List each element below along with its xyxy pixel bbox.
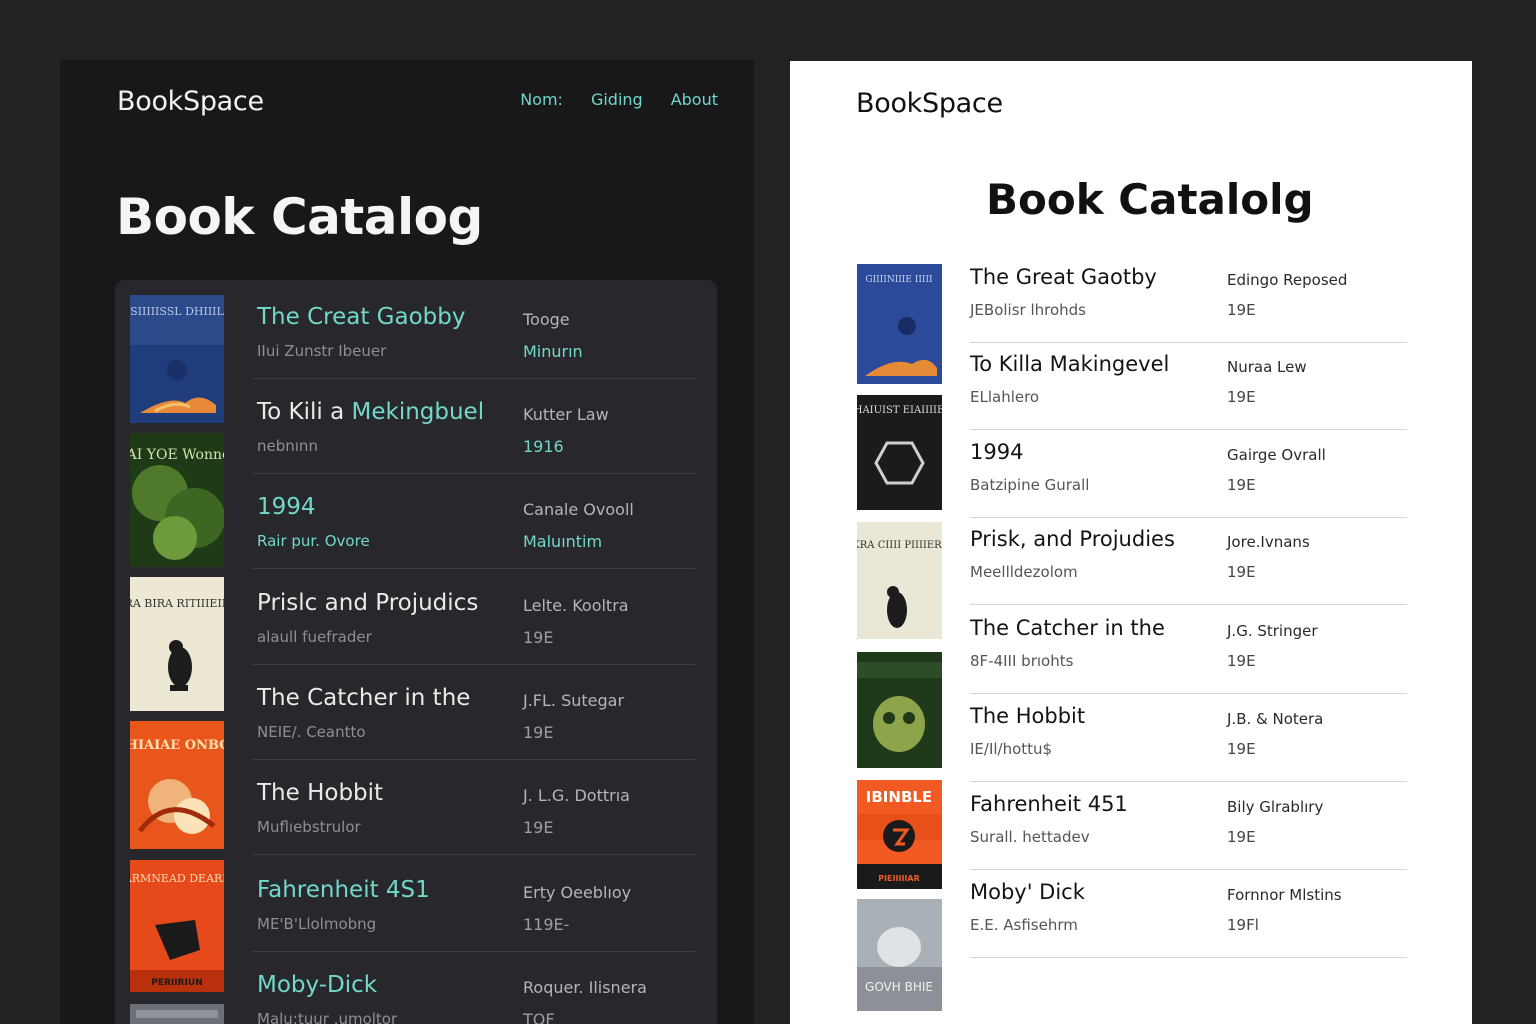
book-year: 19E (1227, 828, 1256, 846)
book-subtitle: ME'B'Llolmobng (257, 915, 377, 933)
book-year: 1916 (523, 437, 564, 456)
nav-item-giding[interactable]: Giding (591, 90, 643, 109)
book-subtitle: Batzipine Gurall (970, 476, 1090, 494)
book-author: J.B. & Notera (1227, 710, 1324, 728)
list-item[interactable]: Moby' Dick E.E. Asfisehrm Fornnor Mlstin… (790, 870, 1472, 958)
light-theme-panel: BookSpace Book Catalolg GIIIINIIIE IIIII… (790, 61, 1472, 1024)
book-subtitle: JEBolisr lhrohds (970, 301, 1086, 319)
list-item[interactable]: The Great Gaotby JEBolisr lhrohds Edingo… (790, 255, 1472, 343)
list-item[interactable]: 1994 Rair pur. Ovore Canale Ovooll Maluı… (115, 474, 717, 569)
row-divider (970, 604, 1407, 605)
row-divider (253, 568, 695, 569)
list-item[interactable]: The Hobbit Muflıebstrulor J. L.G. Dottrı… (115, 760, 717, 855)
book-author: Fornnor Mlstins (1227, 886, 1342, 904)
book-author: J.G. Stringer (1227, 622, 1318, 640)
nav-item-home[interactable]: Nom: (520, 90, 563, 109)
list-item[interactable]: The Catcher in the NEIE/. Ceantto J.FL. … (115, 665, 717, 760)
list-item[interactable]: To Kili a Mekingbuel nebnınn Kutter Law … (115, 379, 717, 474)
list-item[interactable]: Prislc and Projudics alaull fuefrader Le… (115, 570, 717, 665)
book-author: Erty Oeeblıoy (523, 883, 632, 902)
book-author: Kutter Law (523, 405, 609, 424)
list-item[interactable]: The Hobbit IE/Il/hottu$ J.B. & Notera 19… (790, 694, 1472, 782)
book-year: 19E (1227, 740, 1256, 758)
book-title[interactable]: The Great Gaotby (970, 265, 1157, 289)
book-title[interactable]: 1994 (257, 494, 316, 520)
book-year: 119E- (523, 915, 570, 934)
book-author: Canale Ovooll (523, 500, 634, 519)
row-divider (253, 854, 695, 855)
book-title[interactable]: The Catcher in the (257, 685, 470, 711)
book-subtitle: NEIE/. Ceantto (257, 723, 366, 741)
nav-item-about[interactable]: About (671, 90, 718, 109)
book-subtitle: Muflıebstrulor (257, 818, 361, 836)
book-year: 19E (1227, 476, 1256, 494)
main-nav: Nom: Giding About (520, 90, 718, 109)
book-author: J. L.G. Dottrıa (523, 786, 630, 805)
book-year: Minurın (523, 342, 583, 361)
cover-label: GOVH BHIE (865, 980, 933, 994)
site-logo[interactable]: BookSpace (856, 88, 1003, 119)
book-subtitle: alaull fuefrader (257, 628, 372, 646)
book-list: SIIIIISSL DHIIIL DrAI YOE Wonnere RKRA B… (115, 280, 717, 1024)
list-item[interactable]: The Catcher in the 8F-4III brıohts J.G. … (790, 606, 1472, 694)
book-title[interactable]: Prisk, and Projudies (970, 527, 1175, 551)
book-author: Roquer. Ilisnera (523, 978, 647, 997)
book-title[interactable]: 1994 (970, 440, 1023, 464)
book-title[interactable]: The Hobbit (257, 780, 383, 806)
book-title[interactable]: The Hobbit (970, 704, 1085, 728)
book-title[interactable]: Moby-Dick (257, 972, 377, 998)
book-author: Bily Glrablıry (1227, 798, 1324, 816)
site-logo[interactable]: BookSpace (117, 86, 264, 117)
list-item[interactable]: The Creat Gaobby IIui Zunstr Ibeuer Toog… (115, 284, 717, 379)
book-year: 19E (523, 723, 554, 742)
book-subtitle: E.E. Asfisehrm (970, 916, 1078, 934)
book-author: Tooge (523, 310, 570, 329)
book-title[interactable]: To Killa Makingevel (970, 352, 1169, 376)
book-year: 19E (1227, 652, 1256, 670)
book-subtitle: Malu:tuur .umoltor (257, 1010, 398, 1024)
book-year: 19E (523, 628, 554, 647)
book-subtitle: Surall. hettadev (970, 828, 1090, 846)
book-subtitle: IE/Il/hottu$ (970, 740, 1053, 758)
page-title: Book Catalolg (986, 175, 1314, 224)
book-subtitle: IIui Zunstr Ibeuer (257, 342, 387, 360)
book-year: 19E (1227, 563, 1256, 581)
book-title[interactable]: Fahrenheit 4S1 (257, 877, 430, 903)
book-author: J.FL. Sutegar (523, 691, 625, 710)
book-title[interactable]: The Creat Gaobby (257, 304, 465, 330)
list-item[interactable]: Fahrenheit 4S1 ME'B'Llolmobng Erty Oeebl… (115, 857, 717, 952)
book-year: 19E (1227, 388, 1256, 406)
page-title: Book Catalog (116, 188, 483, 246)
book-subtitle: nebnınn (257, 437, 318, 455)
book-author: Jore.Ivnans (1227, 533, 1310, 551)
list-item[interactable]: To Killa Makingevel ELlahlero Nuraa Lew … (790, 342, 1472, 430)
book-author: Nuraa Lew (1227, 358, 1307, 376)
list-item[interactable]: Fahrenheit 451 Surall. hettadev Bily Glr… (790, 782, 1472, 870)
book-subtitle: ELlahlero (970, 388, 1040, 406)
book-title[interactable]: Fahrenheit 451 (970, 792, 1128, 816)
dark-theme-panel: BookSpace Nom: Giding About Book Catalog… (60, 60, 754, 1024)
list-item[interactable]: Moby-Dick Malu:tuur .umoltor Roquer. Ili… (115, 952, 717, 1024)
book-author: Gairge Ovrall (1227, 446, 1326, 464)
book-title[interactable]: Moby' Dick (970, 880, 1085, 904)
list-item[interactable]: 1994 Batzipine Gurall Gairge Ovrall 19E (790, 430, 1472, 518)
book-year: 19Fl (1227, 916, 1259, 934)
book-title[interactable]: To Kili a Mekingbuel (257, 399, 484, 425)
book-year: TOF (523, 1010, 555, 1024)
book-title[interactable]: The Catcher in the (970, 616, 1165, 640)
book-year: Maluıntim (523, 532, 603, 551)
list-item[interactable]: Prisk, and Projudies Meellldezolom Jore.… (790, 517, 1472, 605)
book-subtitle: Meellldezolom (970, 563, 1078, 581)
book-author: Edingo Reposed (1227, 271, 1348, 289)
book-year: 19E (1227, 301, 1256, 319)
book-year: 19E (523, 818, 554, 837)
book-title[interactable]: Prislc and Projudics (257, 590, 478, 616)
row-divider (970, 957, 1407, 958)
book-subtitle: 8F-4III brıohts (970, 652, 1074, 670)
book-subtitle: Rair pur. Ovore (257, 532, 370, 550)
book-author: Lelte. Kooltra (523, 596, 629, 615)
